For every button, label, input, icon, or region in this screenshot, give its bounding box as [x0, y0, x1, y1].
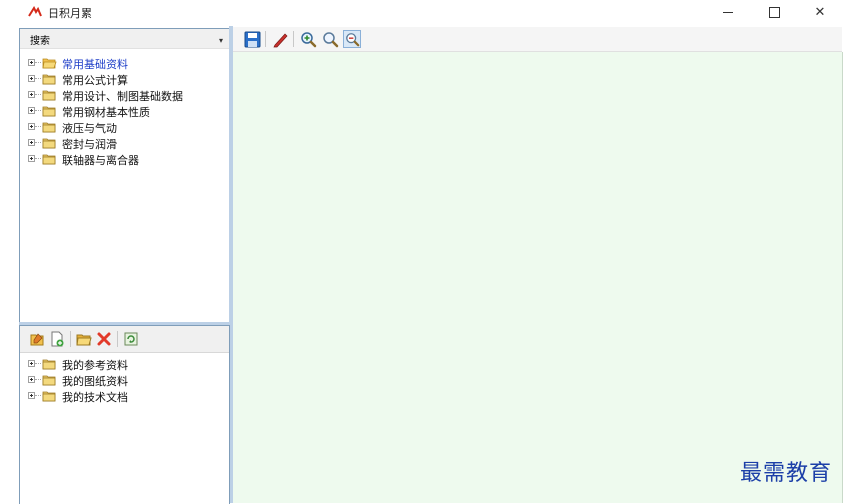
close-icon: ✕ [814, 5, 826, 20]
watermark: 最需教育 [740, 461, 833, 486]
search-label: 搜索 [30, 36, 50, 47]
tree-node-label: 我的参考资料 [62, 359, 128, 372]
app-logo-icon [28, 6, 42, 17]
folder-icon [42, 154, 56, 165]
open-folder-icon [76, 334, 92, 346]
document-viewer[interactable] [233, 52, 843, 503]
edit-icon [30, 333, 44, 346]
zoom-button[interactable] [321, 30, 339, 48]
tree-node-label: 密封与润滑 [62, 138, 117, 151]
folder-icon [42, 90, 56, 101]
tree-node[interactable]: 联轴器与离合器 [20, 151, 229, 167]
expand-icon[interactable] [28, 91, 35, 98]
tree-node[interactable]: 密封与润滑 [20, 135, 229, 151]
tree-node-label: 我的技术文档 [62, 391, 128, 404]
close-button[interactable]: ✕ [797, 0, 843, 25]
my-files-pane: 我的参考资料 我的图纸资料 我的技术文档 [19, 325, 230, 504]
folder-icon [42, 375, 56, 386]
tree-node-label: 常用钢材基本性质 [62, 106, 150, 119]
tree-node-label: 常用设计、制图基础数据 [62, 90, 183, 103]
dropdown-arrow-icon[interactable]: ▾ [219, 37, 225, 45]
refresh-icon [124, 332, 138, 346]
my-files-tree: 我的参考资料 我的图纸资料 我的技术文档 [20, 356, 229, 404]
folder-open-icon [42, 58, 57, 69]
new-doc-icon [51, 331, 64, 347]
folder-icon [42, 138, 56, 149]
zoom-fit-button[interactable] [343, 30, 361, 48]
tree-node-label: 常用公式计算 [62, 74, 128, 87]
tree-node[interactable]: 我的技术文档 [20, 388, 229, 404]
tree-node[interactable]: 我的图纸资料 [20, 372, 229, 388]
zoom-icon [322, 31, 338, 47]
category-tree-pane: 搜索 ▾ 常用基础资料 常用公式计算 常用设计、制图基础数据 常用钢材基本性质 … [19, 28, 230, 324]
zoom-in-icon [300, 31, 316, 47]
expand-icon[interactable] [28, 59, 35, 66]
my-files-toolbar [20, 326, 229, 353]
tree-node-label: 液压与气动 [62, 122, 117, 135]
expand-icon[interactable] [28, 139, 35, 146]
tree-node[interactable]: 常用设计、制图基础数据 [20, 87, 229, 103]
category-tree: 常用基础资料 常用公式计算 常用设计、制图基础数据 常用钢材基本性质 液压与气动… [20, 55, 229, 167]
search-bar[interactable]: 搜索 ▾ [20, 29, 229, 49]
expand-icon[interactable] [28, 75, 35, 82]
delete-icon [97, 332, 111, 346]
folder-icon [42, 74, 56, 85]
delete-button[interactable] [95, 330, 113, 348]
maximize-button[interactable] [751, 0, 797, 25]
folder-icon [42, 106, 56, 117]
minimize-icon [723, 12, 733, 13]
tree-node[interactable]: 常用基础资料 [20, 55, 229, 71]
folder-icon [42, 122, 56, 133]
minimize-button[interactable] [705, 0, 751, 25]
tree-node[interactable]: 常用钢材基本性质 [20, 103, 229, 119]
expand-icon[interactable] [28, 107, 35, 114]
tree-node[interactable]: 我的参考资料 [20, 356, 229, 372]
zoom-fit-icon [345, 32, 359, 46]
pen-icon [272, 32, 287, 47]
expand-icon[interactable] [28, 155, 35, 162]
tree-node-label: 常用基础资料 [62, 58, 128, 71]
expand-icon[interactable] [28, 376, 35, 383]
refresh-button[interactable] [122, 330, 140, 348]
tree-node[interactable]: 液压与气动 [20, 119, 229, 135]
zoom-in-button[interactable] [299, 30, 317, 48]
folder-icon [42, 391, 56, 402]
open-folder-button[interactable] [75, 330, 93, 348]
maximize-icon [768, 7, 780, 18]
save-icon [244, 31, 260, 47]
tree-node[interactable]: 常用公式计算 [20, 71, 229, 87]
new-document-button[interactable] [48, 330, 66, 348]
tree-node-label: 我的图纸资料 [62, 375, 128, 388]
expand-icon[interactable] [28, 392, 35, 399]
pen-button[interactable] [271, 30, 289, 48]
window-title: 日积月累 [48, 7, 92, 20]
title-bar: 日积月累 ✕ [0, 0, 863, 25]
folder-icon [42, 359, 56, 370]
expand-icon[interactable] [28, 360, 35, 367]
viewer-toolbar [233, 27, 842, 52]
edit-button[interactable] [28, 330, 46, 348]
expand-icon[interactable] [28, 123, 35, 130]
save-button[interactable] [243, 30, 261, 48]
tree-node-label: 联轴器与离合器 [62, 154, 139, 167]
